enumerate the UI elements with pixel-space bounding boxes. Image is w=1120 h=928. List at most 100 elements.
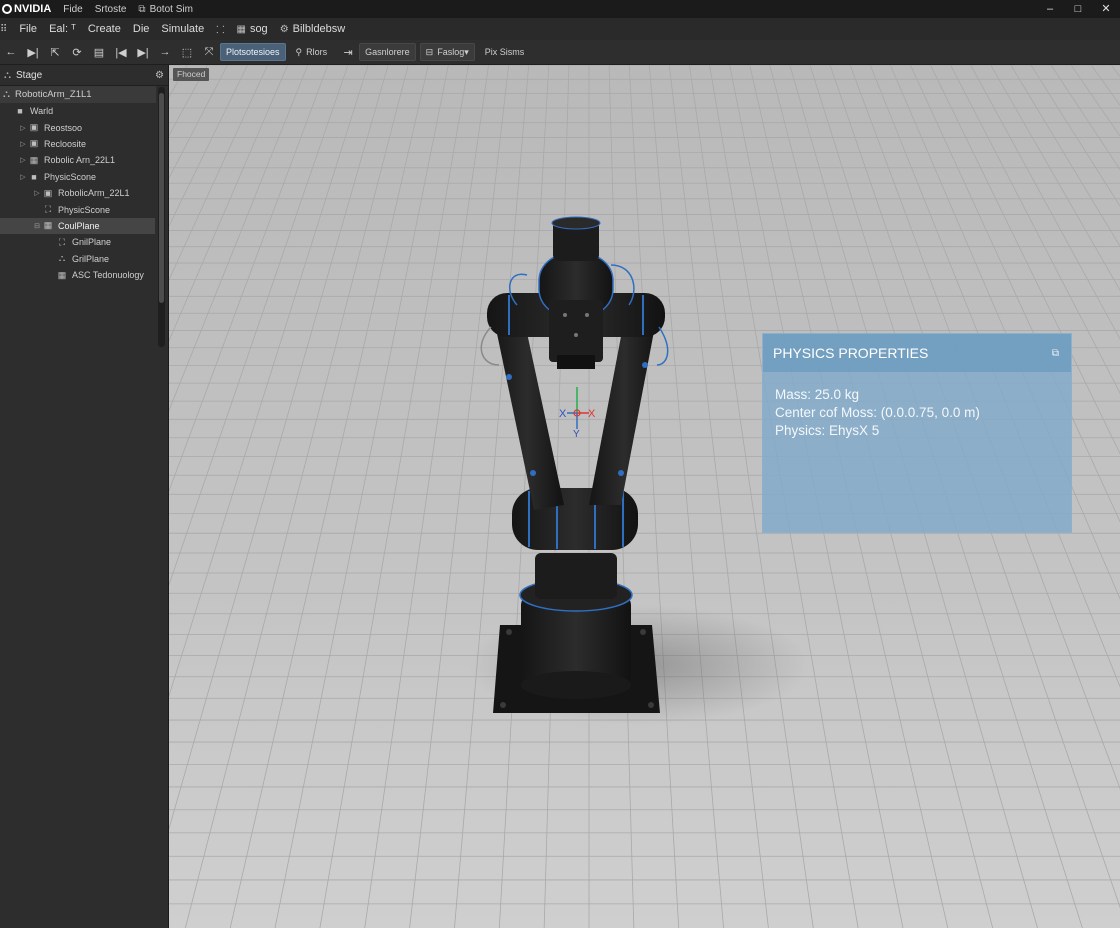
stage-tree-item[interactable]: ■ Warld (0, 103, 168, 119)
cable (656, 326, 669, 366)
expand-toggle-icon[interactable]: ▷ (18, 156, 28, 164)
skip-back-icon[interactable]: |◀ (110, 46, 132, 59)
base-cylinder-bottom (521, 671, 631, 699)
nvidia-eye-icon (2, 4, 12, 14)
stage-tree-item[interactable]: ⛶ PhysicScone (0, 201, 168, 217)
toolbar: ← ▶| ⇱ ⟳ ▤ |◀ ▶| → ⬚ ⤧ Plotsotesioes ⚲ Rl… (0, 40, 1120, 65)
play-step-icon[interactable]: ▶| (22, 46, 44, 59)
expand-toggle-icon[interactable]: ▷ (18, 140, 28, 148)
refresh-icon[interactable]: ⟳ (66, 46, 88, 59)
save-icon[interactable]: ▤ (88, 46, 110, 59)
stage-tree-item[interactable]: ▷ ▣ RobolicArm_22L1 (0, 185, 168, 201)
folder-icon: ⊟ (425, 47, 434, 57)
bolt (648, 702, 654, 708)
stage-tree-item[interactable]: ▷ ▣ Recloosite (0, 136, 168, 152)
stage-tree-item[interactable]: ▦ ASC Tedonuology (0, 267, 168, 283)
arm-marker (530, 470, 536, 476)
menu-grid-icon[interactable]: ⠿ (0, 24, 7, 35)
prim-type-icon: ▦ (57, 269, 67, 280)
tool-plotsotesioes[interactable]: Plotsotesioes (220, 43, 286, 61)
menu-file[interactable]: File (19, 23, 37, 35)
prim-type-icon: ▣ (29, 122, 39, 133)
tool-gasnlorere[interactable]: Gasnlorere (359, 43, 416, 61)
expand-toggle-icon[interactable]: ⊟ (32, 222, 42, 230)
selected-prim-row[interactable]: ⛬ RoboticArm_Z1L1 (0, 86, 156, 103)
transform-gizmo[interactable]: X X Y (559, 387, 596, 440)
prim-type-icon: ▣ (43, 187, 53, 198)
physics-panel-header: PHYSICS PROPERTIES ⧉ (763, 334, 1071, 372)
physics-panel-body: Mass: 25.0 kg Center cof Moss: (0.0.0.75… (763, 372, 1071, 440)
camera-label[interactable]: Fhoced (173, 68, 210, 81)
minimize-button[interactable]: – (1036, 0, 1064, 18)
stage-panel: ⛬ Stage ⚙ ⛬ RoboticArm_Z1L1 ■ Warld ▷ ▣ Reost… (0, 65, 169, 928)
panel-pin-icon[interactable]: ⧉ (1052, 348, 1059, 359)
expand-toggle-icon[interactable]: ▷ (32, 189, 42, 197)
stage-options-icon[interactable]: ⚙ (155, 70, 164, 81)
stage-scrollbar[interactable] (158, 87, 165, 347)
grid-icon: ▦ (236, 23, 246, 35)
menu-create[interactable]: Create (88, 23, 121, 35)
select-tool-icon[interactable]: ⬚ (176, 46, 198, 59)
arm-marker (618, 470, 624, 476)
menu-die[interactable]: Die (133, 23, 150, 35)
title-menu-srtoste[interactable]: Srtoste (95, 4, 127, 15)
transform-tool-icon[interactable]: ⤧ (198, 46, 220, 59)
close-button[interactable]: ✕ (1092, 0, 1120, 18)
title-menu-fide[interactable]: Fide (63, 4, 82, 15)
arrow-icon[interactable]: ⇥ (337, 46, 359, 59)
menu-layout-icon[interactable]: ⸬ (216, 22, 224, 36)
menu-simulate[interactable]: Simulate (161, 23, 204, 35)
forward-arrow-icon[interactable]: → (154, 46, 176, 58)
prim-type-icon: ▦ (43, 220, 53, 231)
stage-tree-item-label: PhysicScone (58, 204, 111, 215)
stage-tree-item[interactable]: ⊟ ▦ CoulPlane (0, 217, 155, 235)
menu-sog[interactable]: ▦ sog (236, 23, 267, 35)
menu-edit[interactable]: Eal: ᵀ (49, 23, 76, 35)
back-arrow-icon[interactable]: ← (0, 46, 22, 58)
skip-forward-icon[interactable]: ▶| (132, 46, 154, 59)
prim-type-icon: ▣ (29, 138, 39, 149)
stage-header: ⛬ Stage ⚙ (0, 65, 168, 86)
stage-tree-item-label: Reostsoo (44, 122, 83, 133)
stage-icon: ⛬ (4, 69, 11, 81)
stage-tree-item[interactable]: ⛶ GnilPlane (0, 234, 168, 250)
stage-title: Stage (16, 69, 43, 81)
tool-faslog[interactable]: ⊟ Faslog▾ (419, 43, 475, 61)
tool-rlors[interactable]: ⚲ Rlors (290, 43, 334, 61)
gizmo-x-label-left: X (559, 408, 567, 420)
mass-value: Mass: 25.0 kg (775, 387, 860, 402)
nvidia-logo: NVIDIA (2, 3, 51, 15)
app-title-text: Botot Sim (149, 3, 193, 15)
stage-tree-item-label: PhysicScone (44, 171, 97, 182)
bolt (506, 629, 512, 635)
stage-tree-item-label: CoulPlane (58, 220, 100, 231)
maximize-button[interactable]: □ (1064, 0, 1092, 18)
prim-type-icon: ⛬ (58, 253, 66, 264)
gizmo-x-label-right: X (588, 408, 596, 420)
3d-viewport[interactable]: X X Y Fhoced PHYSICS PROPERTIES ⧉ Mass: … (169, 65, 1120, 928)
stage-tree-item[interactable]: ▷ ▦ Robolic Arn_22L1 (0, 152, 168, 168)
menu-bilbldebsw[interactable]: ⚙ Bilbldebsw (280, 23, 346, 35)
gripper (549, 300, 603, 362)
gripper-bolt (563, 313, 567, 317)
prim-type-icon: ⛶ (44, 204, 52, 215)
gripper-jaw (557, 355, 595, 369)
physics-engine-value: Physics: EhysX 5 (775, 423, 880, 438)
stage-tree-item[interactable]: ▷ ▣ Reostsoo (0, 119, 168, 135)
tool-pix-sisms[interactable]: Pix Sisms (479, 43, 531, 61)
expand-toggle-icon[interactable]: ▷ (18, 124, 28, 132)
prim-type-icon: ■ (31, 171, 37, 182)
stage-tree-item[interactable]: ▷ ■ PhysicScone (0, 169, 168, 185)
expand-toggle-icon[interactable]: ▷ (18, 173, 28, 181)
window-controls: – □ ✕ (1036, 0, 1120, 18)
app-title: ⧉ Botot Sim (138, 4, 193, 15)
wrist-cap (551, 216, 601, 230)
arm-marker (506, 374, 512, 380)
stage-tree-item[interactable]: ⛬ GrilPlane (0, 251, 168, 267)
menu-bar: ⠿ File Eal: ᵀ Create Die Simulate ⸬ ▦ sog… (0, 18, 1120, 40)
stage-tree-item-label: Warld (30, 106, 54, 117)
stage-tree-item-label: ASC Tedonuology (72, 270, 144, 281)
export-icon[interactable]: ⇱ (44, 46, 66, 59)
scroll-thumb[interactable] (159, 93, 164, 303)
selected-prim-label: RoboticArm_Z1L1 (15, 89, 92, 100)
